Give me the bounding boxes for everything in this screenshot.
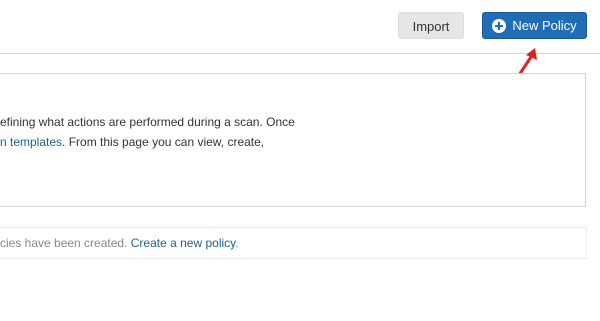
info-line-1: efining what actions are performed durin… bbox=[0, 115, 295, 129]
new-policy-label: New Policy bbox=[512, 18, 577, 33]
info-description: efining what actions are performed durin… bbox=[0, 112, 295, 152]
info-line-2-text: . From this page you can view, create, bbox=[62, 135, 265, 149]
empty-state-suffix: . bbox=[235, 236, 239, 250]
empty-state-text: cies have been created. bbox=[0, 236, 131, 250]
import-button[interactable]: Import bbox=[398, 12, 464, 39]
new-policy-button[interactable]: New Policy bbox=[482, 12, 587, 39]
scan-templates-link[interactable]: n templates bbox=[0, 135, 62, 149]
info-line-2: n templates. From this page you can view… bbox=[0, 132, 295, 152]
plus-circle-icon bbox=[492, 18, 507, 33]
create-new-policy-link[interactable]: Create a new policy bbox=[131, 236, 236, 250]
policies-page: Import New Policy efining what actions a… bbox=[0, 0, 600, 321]
empty-state-message: cies have been created. Create a new pol… bbox=[0, 235, 239, 251]
